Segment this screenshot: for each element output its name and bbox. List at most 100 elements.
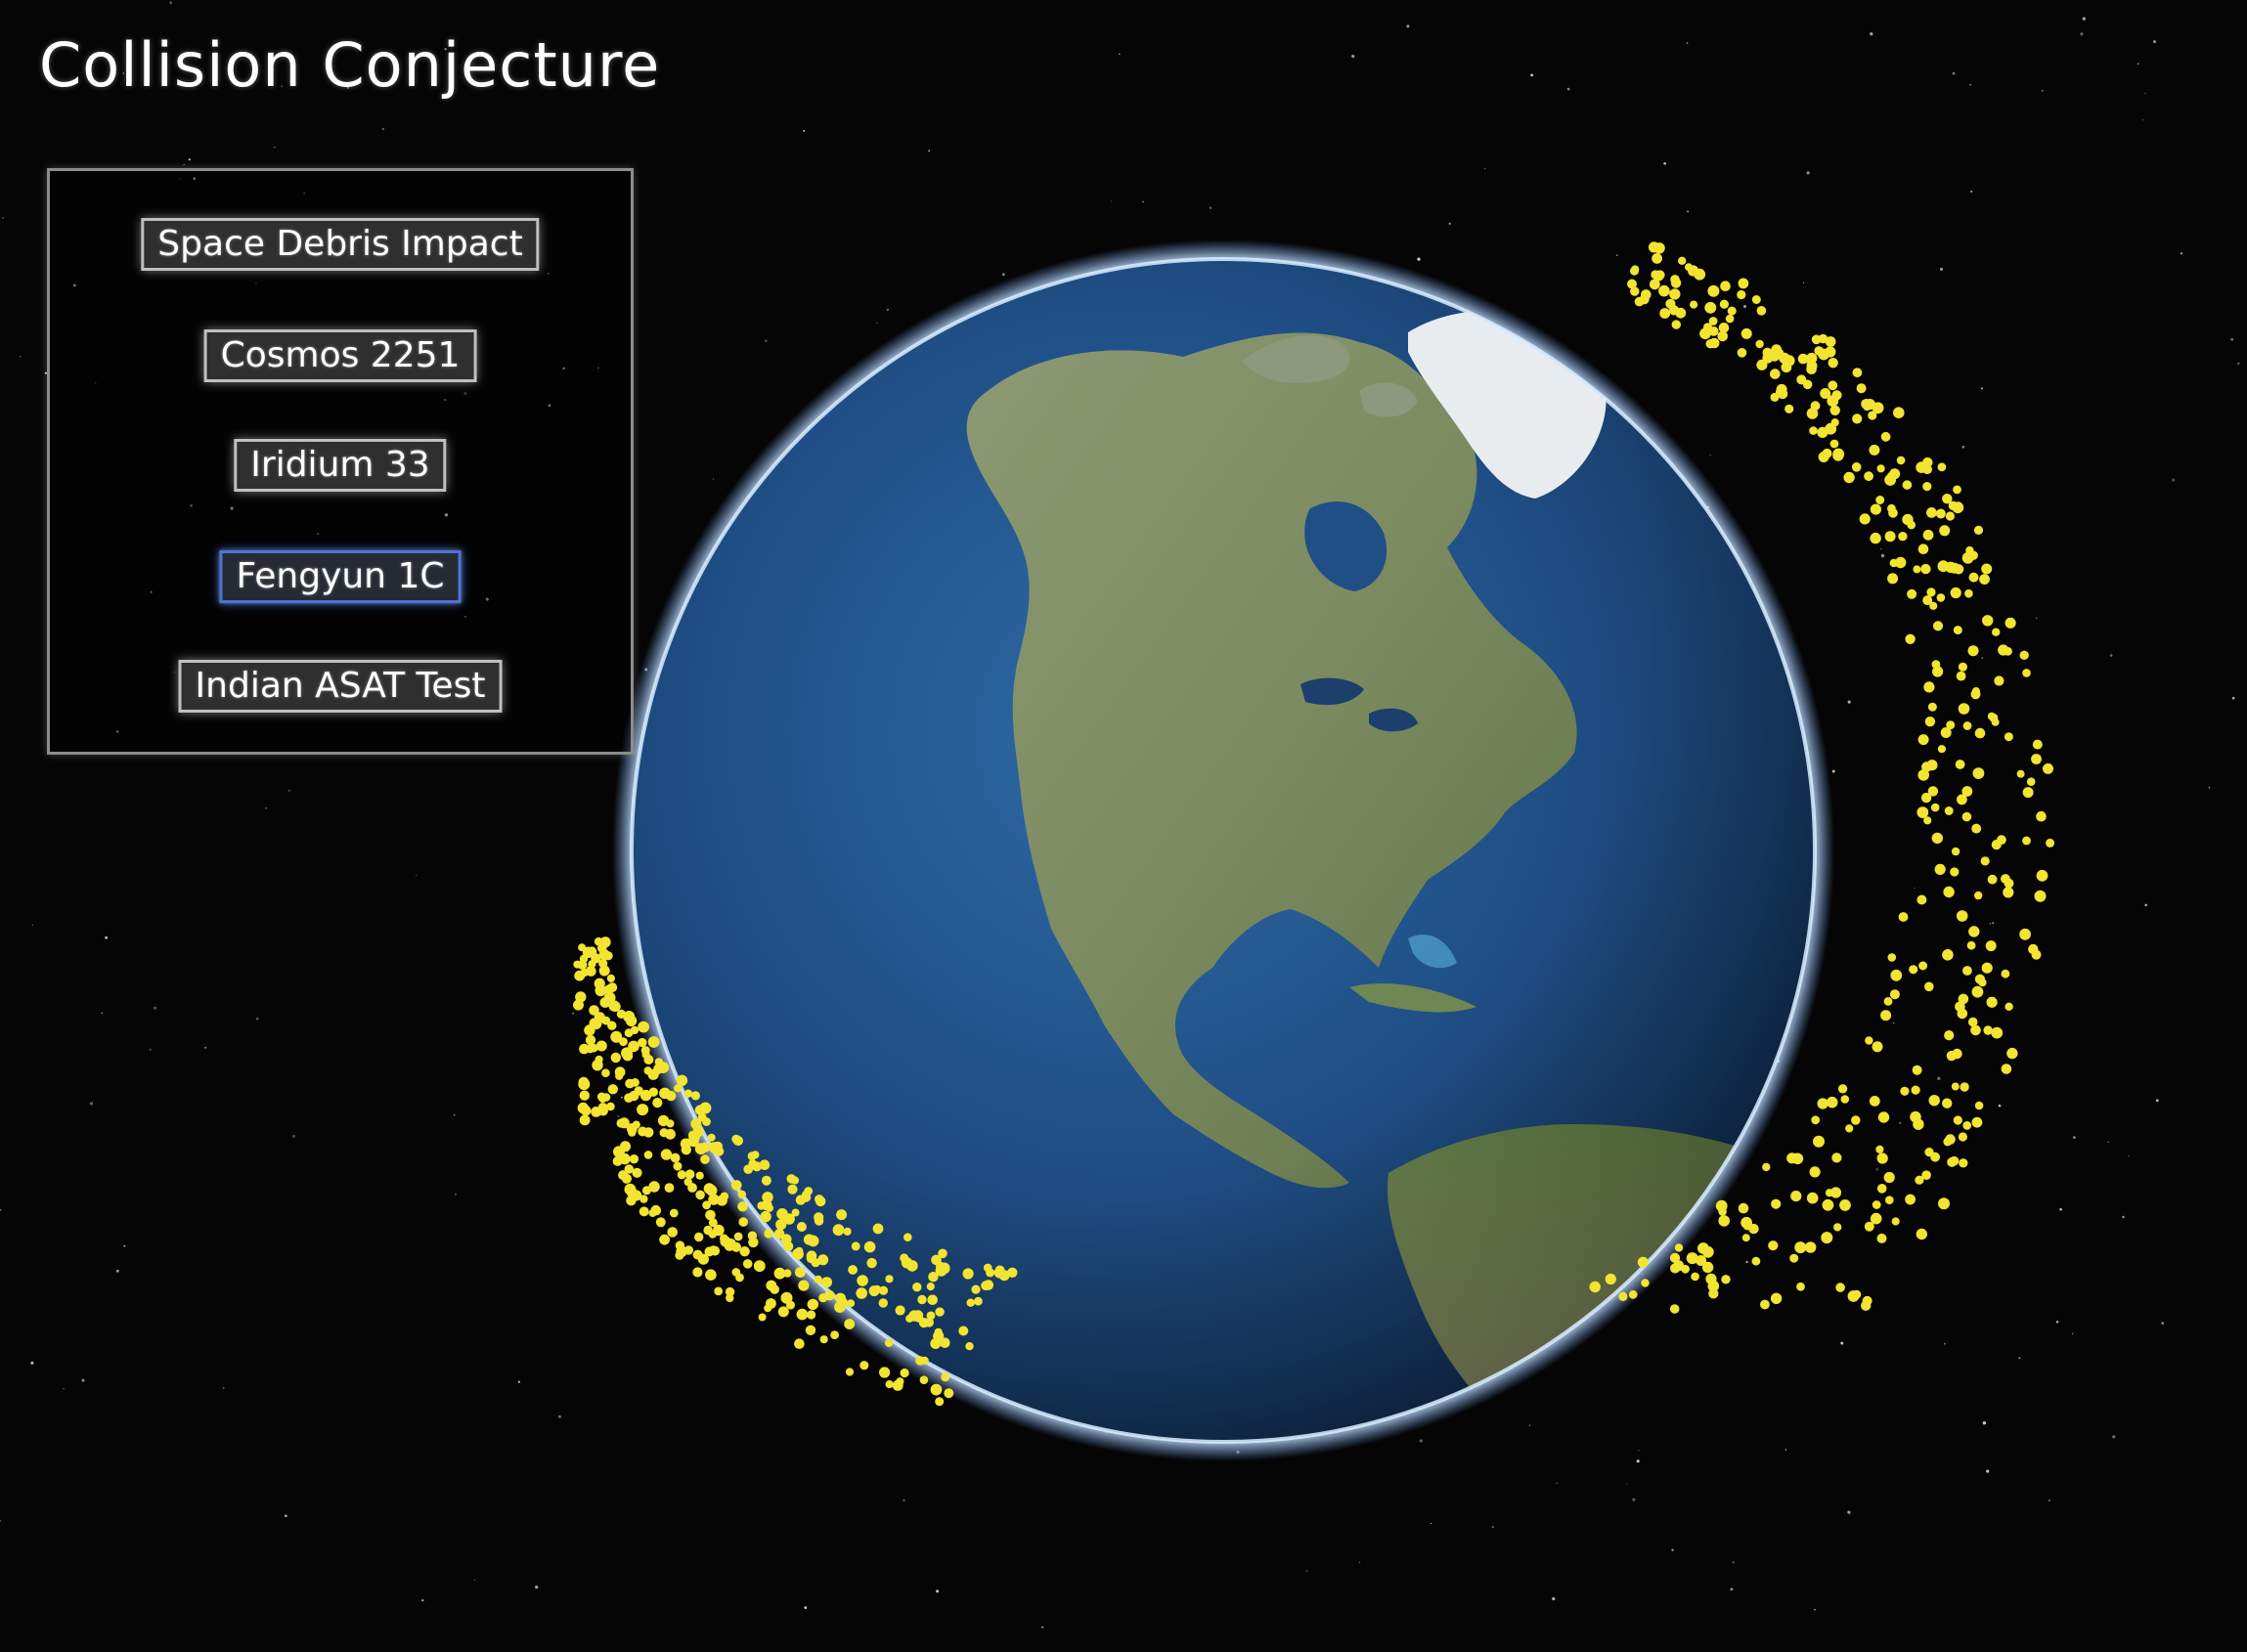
debris-particle — [1953, 485, 1961, 495]
debris-particle — [639, 1206, 649, 1217]
debris-particle — [1926, 762, 1935, 771]
star — [2071, 1332, 2074, 1335]
star — [2144, 903, 2147, 907]
debris-particle — [1822, 1198, 1834, 1211]
star — [1981, 657, 1984, 659]
debris-particle — [594, 978, 605, 989]
debris-particle — [1987, 874, 1998, 885]
star — [1686, 42, 1689, 44]
star — [416, 874, 418, 877]
debris-particle — [2006, 1047, 2018, 1060]
debris-particle — [578, 943, 587, 952]
cosmos-2251-button[interactable]: Cosmos 2251 — [203, 329, 477, 382]
star — [1491, 1525, 1494, 1529]
debris-particle — [1658, 284, 1670, 297]
debris-particle — [1972, 767, 1985, 779]
debris-particle — [618, 1117, 630, 1129]
debris-particle — [1991, 1026, 2004, 1039]
debris-particle — [688, 1136, 699, 1148]
debris-particle — [811, 1258, 820, 1268]
debris-particle — [713, 1141, 723, 1152]
viewer[interactable]: Collision Conjecture Space Debris Impact… — [0, 0, 2247, 1652]
debris-particle — [650, 1204, 662, 1216]
debris-particle — [739, 1246, 750, 1257]
debris-particle — [944, 1388, 954, 1399]
debris-particle — [819, 1335, 828, 1344]
debris-particle — [1915, 1175, 1924, 1185]
space-debris-impact-button[interactable]: Space Debris Impact — [141, 218, 540, 271]
debris-particle — [1905, 633, 1916, 644]
debris-particle — [1885, 1196, 1894, 1204]
debris-particle — [1981, 962, 1993, 974]
debris-particle — [1740, 327, 1752, 339]
earth-globe[interactable] — [587, 225, 1858, 1496]
debris-particle — [821, 1277, 832, 1288]
debris-particle — [1864, 1221, 1874, 1232]
debris-particle — [917, 1294, 927, 1305]
debris-particle — [580, 1105, 592, 1116]
debris-particle — [643, 1127, 654, 1138]
debris-particle — [655, 1217, 666, 1228]
debris-particle — [1833, 1223, 1842, 1232]
debris-particle — [1748, 1223, 1759, 1235]
debris-particle — [606, 974, 616, 983]
indian-asat-test-button[interactable]: Indian ASAT Test — [178, 660, 503, 713]
debris-particle — [1930, 803, 1940, 812]
star — [30, 1361, 34, 1365]
debris-particle — [1888, 507, 1898, 518]
star — [2155, 1099, 2159, 1103]
star — [1448, 222, 1451, 225]
fengyun-1c-button[interactable]: Fengyun 1C — [219, 550, 462, 603]
star — [81, 1378, 85, 1382]
star — [1937, 1076, 1941, 1080]
debris-particle — [1868, 411, 1877, 420]
star — [2137, 63, 2139, 65]
debris-particle — [805, 1325, 816, 1336]
debris-particle — [766, 1203, 773, 1212]
debris-particle — [710, 1245, 721, 1256]
debris-particle — [1926, 587, 1936, 597]
star — [473, 1579, 476, 1582]
debris-particle — [857, 1275, 868, 1286]
debris-particle — [647, 1036, 660, 1048]
star — [903, 1499, 905, 1502]
debris-particle — [1986, 996, 1998, 1008]
debris-particle — [705, 1269, 717, 1281]
star — [1745, 1260, 1748, 1264]
debris-particle — [1864, 399, 1875, 411]
debris-particle — [1956, 671, 1966, 681]
debris-particle — [700, 1154, 710, 1164]
star — [1784, 1449, 1787, 1451]
star — [1616, 254, 1618, 257]
iridium-33-button[interactable]: Iridium 33 — [234, 439, 447, 492]
star — [2141, 118, 2144, 121]
star — [284, 1514, 287, 1518]
debris-particle — [1943, 886, 1955, 898]
debris-particle — [626, 1196, 637, 1206]
debris-particle — [837, 1297, 849, 1308]
debris-particle — [2004, 732, 2013, 742]
star — [712, 478, 715, 480]
star — [2231, 696, 2235, 700]
star — [1417, 257, 1421, 261]
debris-particle — [579, 1043, 590, 1055]
debris-particle — [1964, 588, 1973, 598]
debris-particle — [1918, 961, 1928, 971]
debris-particle — [1738, 1202, 1749, 1214]
debris-particle — [2036, 869, 2049, 882]
debris-particle — [773, 1267, 786, 1280]
debris-particle — [1917, 543, 1929, 554]
debris-particle — [1891, 1217, 1900, 1226]
debris-particle — [702, 1200, 711, 1210]
debris-particle — [1931, 660, 1941, 669]
debris-particle — [726, 1293, 734, 1303]
debris-particle — [1997, 835, 2006, 846]
debris-particle — [1751, 295, 1761, 304]
debris-particle — [1865, 1036, 1873, 1045]
debris-particle — [1884, 474, 1896, 486]
star — [1528, 1424, 1531, 1426]
star — [1989, 923, 1992, 925]
debris-particle — [1641, 1279, 1650, 1287]
debris-particle — [1916, 1228, 1928, 1240]
debris-particle — [598, 958, 608, 969]
